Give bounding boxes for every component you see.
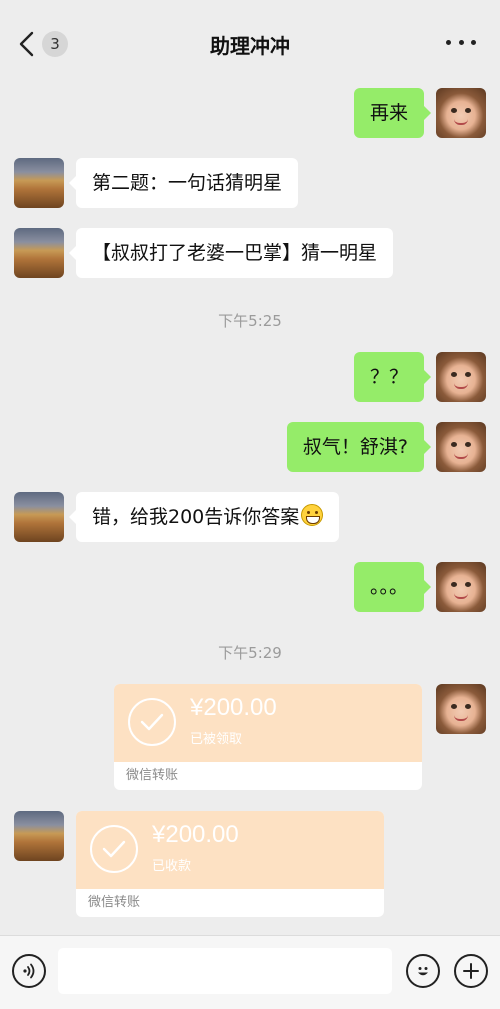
emoji-button[interactable] (406, 954, 440, 988)
grin-emoji-icon (301, 504, 324, 526)
message-bubble-contact[interactable]: 第二题：一句话猜明星 (68, 158, 299, 208)
timestamp: 下午5:29 (218, 644, 282, 662)
plus-icon (463, 963, 479, 979)
contact-avatar[interactable] (14, 158, 64, 208)
chat-title: 助理冲冲 (210, 34, 290, 58)
plus-button[interactable] (454, 954, 488, 988)
contact-avatar[interactable] (14, 492, 64, 542)
more-button[interactable] (446, 30, 476, 54)
transfer-status: 已被领取 (190, 732, 243, 747)
transfer-amount: ¥200.00 (152, 821, 239, 848)
check-icon (90, 825, 138, 873)
contact-avatar[interactable] (14, 228, 64, 278)
emoji-icon (418, 967, 428, 976)
self-avatar[interactable] (436, 352, 486, 402)
transfer-card-received[interactable]: ¥200.00 已收款 微信转账 (76, 811, 384, 917)
transfer-card-body: ¥200.00 已收款 (76, 811, 384, 889)
self-avatar[interactable] (436, 684, 486, 734)
self-avatar[interactable] (436, 562, 486, 612)
chat-header: 3 助理冲冲 (0, 0, 500, 84)
check-icon (128, 698, 176, 746)
transfer-status: 已收款 (152, 859, 192, 874)
transfer-amount: ¥200.00 (190, 694, 277, 721)
transfer-footer: 微信转账 (126, 768, 179, 783)
transfer-card-sent[interactable]: ¥200.00 已被领取 微信转账 (114, 684, 422, 790)
transfer-card-body: ¥200.00 已被领取 (114, 684, 422, 762)
self-avatar[interactable] (436, 422, 486, 472)
timestamp: 下午5:25 (218, 312, 282, 330)
message-bubble-self[interactable]: ？？ (353, 352, 432, 402)
message-bubble-self[interactable]: 再来 (353, 88, 432, 138)
voice-button[interactable] (12, 954, 46, 988)
more-dot-icon (446, 39, 451, 45)
message-text: 错，给我200告诉你答案 (92, 506, 300, 528)
message-bubble-contact[interactable]: 【叔叔打了老婆一巴掌】猜一明星 (68, 228, 394, 278)
input-bar (0, 935, 500, 1009)
message-input[interactable] (58, 948, 392, 994)
self-avatar[interactable] (436, 88, 486, 138)
message-bubble-contact[interactable]: 错，给我200告诉你答案 (68, 492, 340, 542)
contact-avatar[interactable] (14, 811, 64, 861)
transfer-footer: 微信转账 (88, 895, 141, 910)
more-dot-icon (458, 39, 464, 45)
message-bubble-self[interactable]: 。。。 (353, 562, 432, 612)
message-bubble-self[interactable]: 叔气！舒淇? (286, 422, 432, 472)
voice-icon (23, 963, 35, 979)
more-dot-icon (471, 39, 476, 45)
